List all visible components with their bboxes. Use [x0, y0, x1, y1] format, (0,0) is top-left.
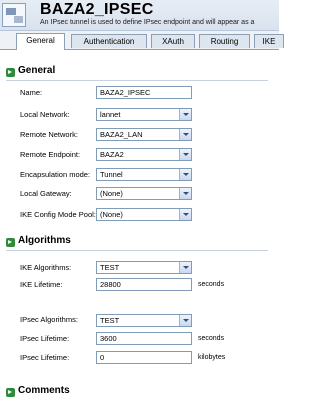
remote-network-value: BAZA2_LAN	[100, 130, 143, 139]
collapse-arrow-icon	[6, 388, 15, 397]
algorithms-section-title: Algorithms	[18, 235, 71, 246]
ike-config-mode-pool-value: (None)	[100, 210, 123, 219]
ipsec-tunnel-icon	[2, 3, 26, 27]
remote-network-label: Remote Network:	[20, 130, 78, 139]
ike-lifetime-input[interactable]: 28800	[96, 278, 192, 291]
encapsulation-mode-value: Tunnel	[100, 170, 123, 179]
general-section-title: General	[18, 65, 56, 76]
encapsulation-mode-label: Encapsulation mode:	[20, 170, 91, 179]
ike-algorithms-select[interactable]: TEST	[96, 261, 192, 274]
ike-algorithms-label: IKE Algorithms:	[20, 263, 72, 272]
name-input[interactable]: BAZA2_IPSEC	[96, 86, 192, 99]
chevron-down-icon	[179, 188, 191, 199]
page-header: BAZA2_IPSEC An IPsec tunnel is used to d…	[0, 0, 279, 31]
form-content: General Name: BAZA2_IPSEC Local Network:…	[0, 50, 279, 400]
local-network-select[interactable]: lannet	[96, 108, 192, 121]
local-network-label: Local Network:	[20, 110, 70, 119]
chevron-down-icon	[179, 262, 191, 273]
local-gateway-label: Local Gateway:	[20, 189, 72, 198]
tab-general[interactable]: General	[16, 33, 65, 50]
ike-lifetime-unit: seconds	[198, 281, 225, 288]
ipsec-lifetime-kilobytes-unit: kilobytes	[198, 354, 226, 361]
ipsec-lifetime-kilobytes-input[interactable]: 0	[96, 351, 192, 364]
ipsec-algorithms-label: IPsec Algorithms:	[20, 315, 78, 324]
ipsec-lifetime-seconds-unit: seconds	[198, 335, 225, 342]
ike-algorithms-value: TEST	[100, 263, 120, 272]
section-divider	[6, 250, 268, 251]
ipsec-lifetime-kilobytes-label: IPsec Lifetime:	[20, 353, 70, 362]
tab-xauth[interactable]: XAuth	[151, 34, 195, 48]
tab-authentication[interactable]: Authentication	[71, 34, 147, 48]
ike-config-mode-pool-select[interactable]: (None)	[96, 208, 192, 221]
ipsec-lifetime-seconds-label: IPsec Lifetime:	[20, 334, 70, 343]
tab-routing[interactable]: Routing	[199, 34, 250, 48]
comments-section-title: Comments	[18, 385, 70, 396]
ipsec-algorithms-select[interactable]: TEST	[96, 314, 192, 327]
ike-config-mode-pool-label: IKE Config Mode Pool:	[20, 210, 96, 219]
local-gateway-value: (None)	[100, 189, 123, 198]
remote-network-select[interactable]: BAZA2_LAN	[96, 128, 192, 141]
ike-lifetime-label: IKE Lifetime:	[20, 280, 63, 289]
chevron-down-icon	[179, 315, 191, 326]
tab-bar: General Authentication XAuth Routing IKE	[0, 31, 284, 50]
remote-endpoint-select[interactable]: BAZA2	[96, 148, 192, 161]
ipsec-lifetime-seconds-input[interactable]: 3600	[96, 332, 192, 345]
page-subtitle: An IPsec tunnel is used to define IPsec …	[40, 19, 255, 26]
chevron-down-icon	[179, 109, 191, 120]
remote-endpoint-value: BAZA2	[100, 150, 124, 159]
remote-endpoint-label: Remote Endpoint:	[20, 150, 81, 159]
chevron-down-icon	[179, 169, 191, 180]
chevron-down-icon	[179, 149, 191, 160]
tab-ike[interactable]: IKE	[254, 34, 284, 48]
section-divider	[6, 80, 268, 81]
chevron-down-icon	[179, 209, 191, 220]
page-title: BAZA2_IPSEC	[40, 1, 154, 18]
encapsulation-mode-select[interactable]: Tunnel	[96, 168, 192, 181]
local-network-value: lannet	[100, 110, 121, 119]
ipsec-algorithms-value: TEST	[100, 316, 120, 325]
name-label: Name:	[20, 88, 43, 97]
collapse-arrow-icon	[6, 68, 15, 77]
collapse-arrow-icon	[6, 238, 15, 247]
local-gateway-select[interactable]: (None)	[96, 187, 192, 200]
chevron-down-icon	[179, 129, 191, 140]
